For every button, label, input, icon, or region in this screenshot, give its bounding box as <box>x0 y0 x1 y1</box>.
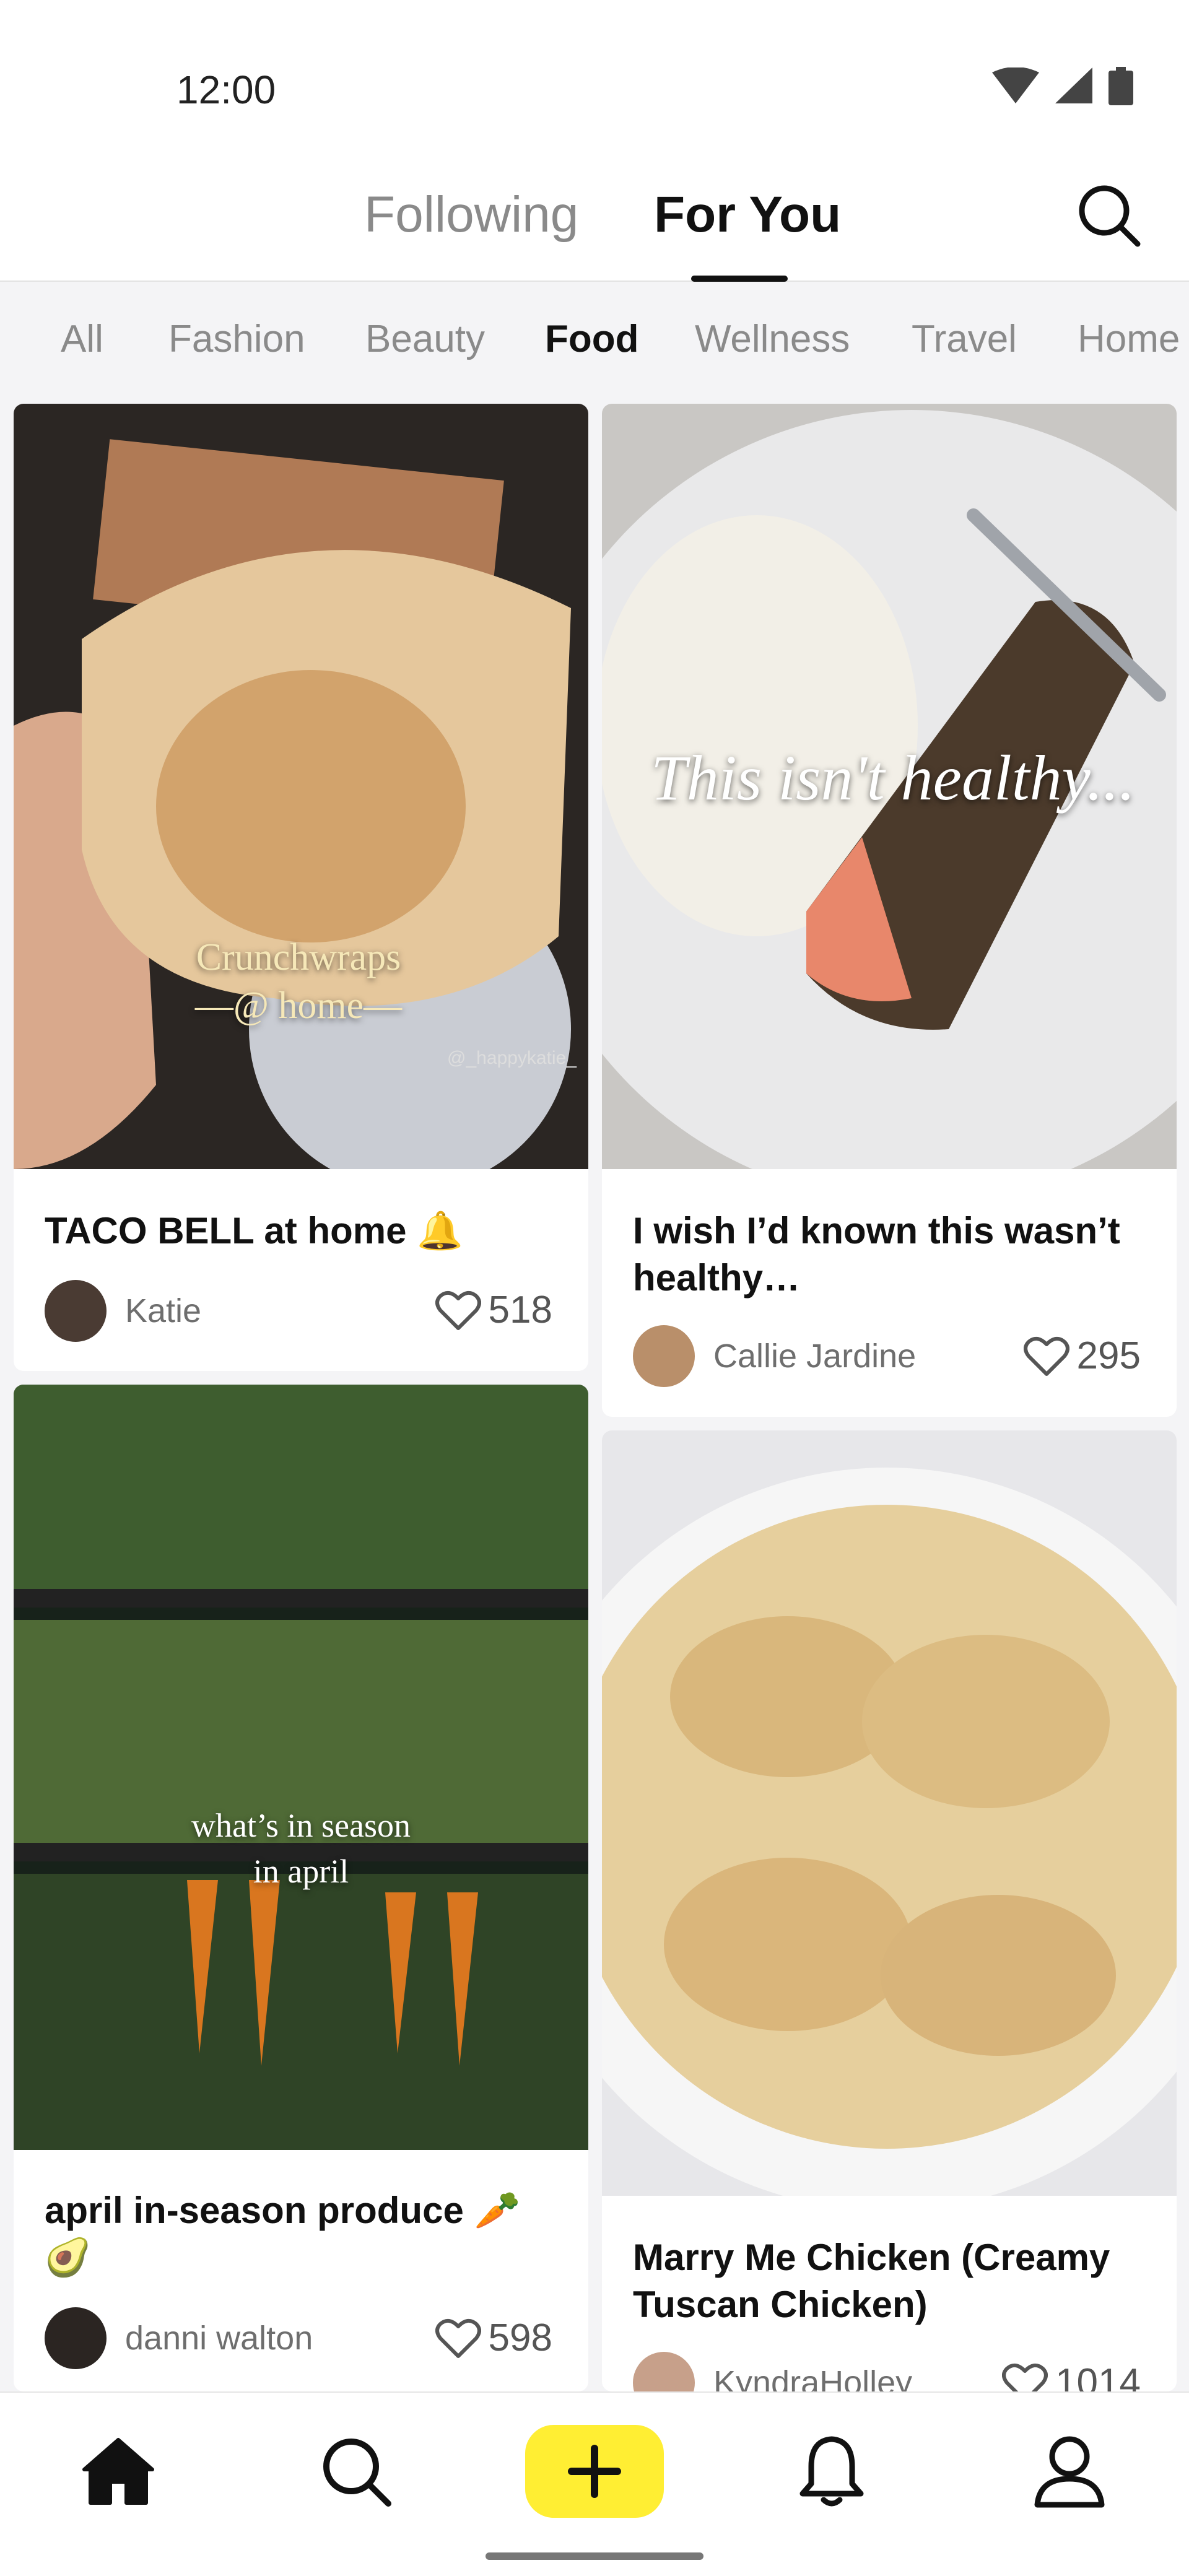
avatar <box>633 2352 695 2391</box>
category-all[interactable]: All <box>61 317 103 361</box>
avatar <box>45 2307 107 2369</box>
profile-icon <box>1034 2436 1105 2508</box>
post-title: april in-season produce 🥕 🥑 <box>45 2190 521 2278</box>
feed-header: Following For You <box>0 155 1189 282</box>
like-button[interactable]: 518 <box>435 1288 552 1332</box>
heart-icon <box>435 2318 481 2358</box>
like-button[interactable]: 295 <box>1023 1334 1141 1378</box>
image-caption: Crunchwraps —@ home— <box>137 933 459 1030</box>
post-title: I wish I’d known this wasn’t healthy… <box>633 1210 1120 1299</box>
clock: 12:00 <box>176 67 276 112</box>
post-author[interactable]: danni walton <box>45 2307 313 2369</box>
like-count: 598 <box>488 2317 552 2359</box>
like-count: 295 <box>1076 1334 1141 1377</box>
watermark: @_happykatie_ <box>447 1048 577 1068</box>
nav-home[interactable] <box>72 2425 165 2518</box>
category-beauty[interactable]: Beauty <box>365 317 485 361</box>
avatar <box>633 1325 695 1387</box>
nav-search[interactable] <box>310 2425 403 2518</box>
image-caption: what’s in season in april <box>107 1803 495 1894</box>
category-food[interactable]: Food <box>545 317 639 361</box>
status-bar: 12:00 <box>0 0 1189 155</box>
like-button[interactable]: 598 <box>435 2316 552 2360</box>
author-name: Callie Jardine <box>713 1338 917 1375</box>
image-caption-line: —@ home— <box>194 985 403 1027</box>
nav-profile[interactable] <box>1023 2425 1116 2518</box>
like-count: 518 <box>488 1289 552 1331</box>
signal-icon <box>1055 67 1092 103</box>
post-card[interactable]: what’s in season in april april in-seaso… <box>14 1385 588 2391</box>
post-author[interactable]: Callie Jardine <box>633 1325 916 1387</box>
post-author[interactable]: Katie <box>45 1280 201 1342</box>
post-card[interactable]: Marry Me Chicken (Creamy Tuscan Chicken)… <box>602 1430 1177 2391</box>
author-name: Katie <box>125 1292 202 1329</box>
search-icon[interactable] <box>1074 181 1143 249</box>
category-travel[interactable]: Travel <box>912 317 1017 361</box>
post-card[interactable]: This isn't healthy... I wish I’d known t… <box>602 404 1177 1417</box>
post-title: Marry Me Chicken (Creamy Tuscan Chicken) <box>633 2237 1110 2325</box>
home-icon <box>82 2438 154 2505</box>
heart-icon <box>1023 1336 1069 1376</box>
heart-icon <box>435 1290 481 1330</box>
tab-following[interactable]: Following <box>364 186 578 244</box>
search-icon <box>323 2439 391 2507</box>
category-wellness[interactable]: Wellness <box>695 317 850 361</box>
image-caption-line: what’s in season <box>191 1807 411 1844</box>
post-author[interactable]: KyndraHolley <box>633 2352 912 2391</box>
wifi-icon <box>992 67 1039 103</box>
battery-icon <box>1108 67 1133 105</box>
author-name: danni walton <box>125 2320 313 2357</box>
status-icons <box>992 67 1133 105</box>
bottom-nav <box>0 2391 1189 2576</box>
like-button[interactable]: 1014 <box>1002 2361 1141 2391</box>
image-caption: This isn't healthy... <box>650 742 1136 814</box>
category-fashion[interactable]: Fashion <box>168 317 305 361</box>
plus-icon <box>568 2445 621 2498</box>
like-count: 1014 <box>1055 2361 1141 2391</box>
tab-for-you[interactable]: For You <box>654 186 841 244</box>
post-title: TACO BELL at home 🔔 <box>45 1210 463 1251</box>
category-home[interactable]: Home <box>1078 317 1180 361</box>
image-caption-line: Crunchwraps <box>196 936 401 978</box>
home-indicator <box>486 2552 703 2560</box>
post-image <box>602 1430 1177 2196</box>
author-name: KyndraHolley <box>713 2364 913 2391</box>
nav-notifications[interactable] <box>785 2425 878 2518</box>
create-post-button[interactable] <box>525 2425 664 2518</box>
image-caption-line: in april <box>253 1853 349 1890</box>
avatar <box>45 1280 107 1342</box>
post-card[interactable]: Crunchwraps —@ home— @_happykatie_ TACO … <box>14 404 588 1371</box>
bell-icon <box>799 2436 864 2507</box>
heart-icon <box>1002 2363 1048 2391</box>
post-image <box>14 1385 588 2150</box>
active-tab-indicator <box>691 276 788 282</box>
category-bar: All Fashion Beauty Food Wellness Travel … <box>0 283 1189 394</box>
